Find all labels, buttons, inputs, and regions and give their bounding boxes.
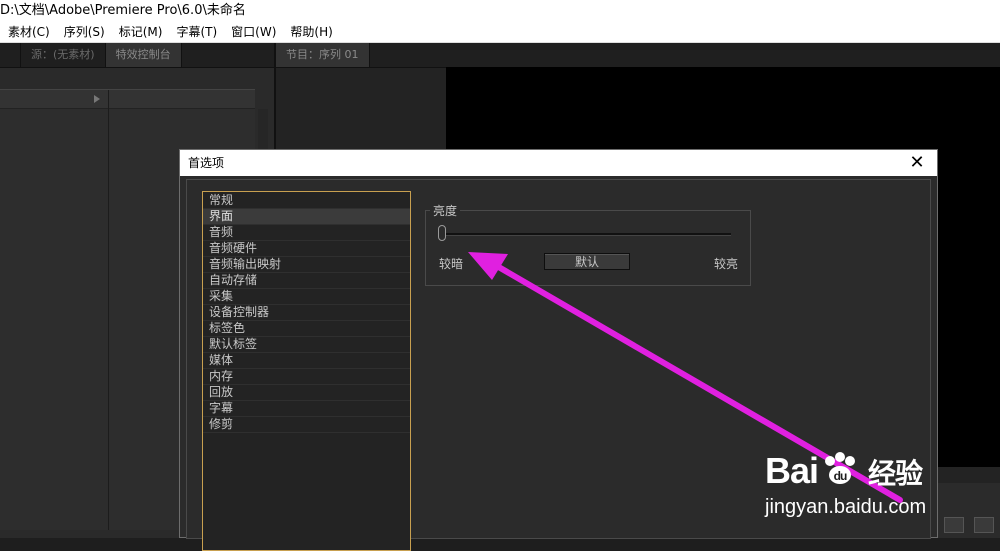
watermark-url: jingyan.baidu.com [765, 496, 927, 518]
category-general[interactable]: 常规 [203, 193, 410, 209]
brightness-min-label: 较暗 [439, 257, 464, 271]
watermark-brand: Bai du 经验 [765, 450, 923, 492]
menu-item-clip[interactable]: 素材(C) [8, 22, 50, 42]
default-button[interactable]: 默认 [544, 253, 630, 270]
menu-bar: 素材(C) 序列(S) 标记(M) 字幕(T) 窗口(W) 帮助(H) [0, 22, 1000, 43]
menu-item-help[interactable]: 帮助(H) [290, 22, 332, 42]
tab-effect-controls[interactable]: 特效控制台 [105, 43, 182, 67]
brightness-max-label: 较亮 [713, 257, 738, 271]
tab-partial[interactable] [0, 43, 21, 67]
watermark-brand-cn: 经验 [868, 458, 923, 489]
category-audio[interactable]: 音频 [203, 225, 410, 241]
category-device-control[interactable]: 设备控制器 [203, 305, 410, 321]
brightness-slider-track[interactable] [438, 233, 731, 236]
program-tabstrip: 节目：序列 01 [276, 43, 1000, 68]
category-trim[interactable]: 修剪 [203, 417, 410, 433]
close-icon[interactable]: ✕ [907, 153, 927, 173]
baidu-jingyan-watermark: Bai du 经验 jingyan.baidu.com [765, 430, 995, 530]
category-interface[interactable]: 界面 [203, 209, 410, 225]
dialog-title-bar: 首选项 ✕ [180, 150, 937, 176]
category-media[interactable]: 媒体 [203, 353, 410, 369]
svg-text:du: du [834, 469, 847, 483]
brightness-slider-thumb[interactable] [438, 225, 446, 241]
brightness-group-label: 亮度 [430, 202, 461, 219]
category-memory[interactable]: 内存 [203, 369, 410, 385]
window-title: D:\文档\Adobe\Premiere Pro\6.0\未命名 [0, 0, 1000, 22]
menu-item-window[interactable]: 窗口(W) [231, 22, 276, 42]
category-label-colors[interactable]: 标签色 [203, 321, 410, 337]
category-audio-hardware[interactable]: 音频硬件 [203, 241, 410, 257]
menu-item-marker[interactable]: 标记(M) [119, 22, 163, 42]
menu-item-sequence[interactable]: 序列(S) [64, 22, 105, 42]
category-list: 常规 界面 音频 音频硬件 音频输出映射 自动存储 采集 设备控制器 标签色 默… [202, 191, 411, 551]
category-audio-output-mapping[interactable]: 音频输出映射 [203, 257, 410, 273]
category-auto-save[interactable]: 自动存储 [203, 273, 410, 289]
category-capture[interactable]: 采集 [203, 289, 410, 305]
dialog-title: 首选项 [188, 156, 225, 170]
watermark-brand-latin: Bai [765, 450, 819, 491]
category-titler[interactable]: 字幕 [203, 401, 410, 417]
category-label-defaults[interactable]: 默认标签 [203, 337, 410, 353]
effect-controls-header [0, 90, 255, 109]
tab-program[interactable]: 节目：序列 01 [276, 43, 370, 67]
panel-divider[interactable] [108, 90, 109, 530]
category-playback[interactable]: 回放 [203, 385, 410, 401]
tab-source[interactable]: 源：(无素材) [21, 43, 106, 67]
menu-item-title[interactable]: 字幕(T) [176, 22, 217, 42]
paw-icon: du [825, 452, 856, 484]
source-tabstrip: 源：(无素材) 特效控制台 [0, 43, 274, 68]
brightness-group: 较暗 默认 较亮 [425, 210, 751, 286]
play-triangle-icon[interactable] [94, 95, 100, 103]
